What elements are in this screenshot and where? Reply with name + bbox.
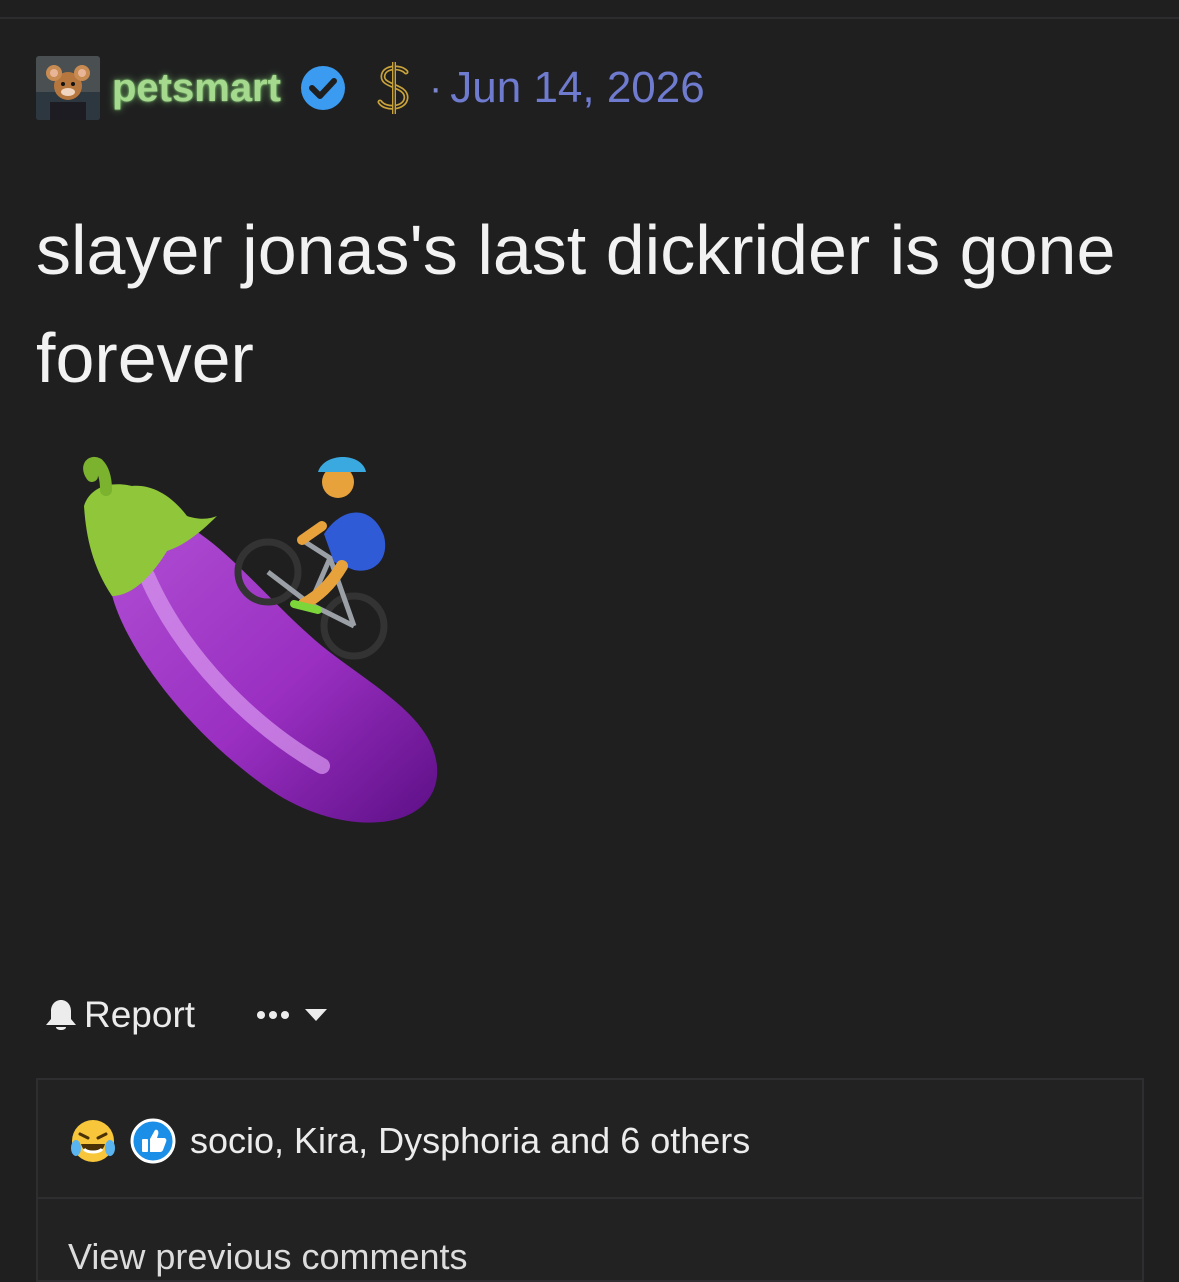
reactions-divider [38,1197,1142,1199]
verified-badge-icon [300,66,345,110]
dollar-sign-icon [377,62,409,114]
report-label: Report [84,994,196,1035]
more-dots-chevron-icon [257,1009,328,1021]
post-header: petsmart · Jun 14, 2026 [36,56,705,120]
reactors-text: socio, Kira, Dysphoria and 6 others [190,1120,751,1161]
post-emoji-image [72,446,452,841]
thumbs-up-icon [130,1118,176,1164]
top-divider [0,17,1179,19]
reaction-summary[interactable]: socio, Kira, Dysphoria and 6 others [70,1116,750,1166]
laughing-crying-icon [71,1120,115,1162]
more-options-button[interactable] [247,1005,328,1025]
post-body: slayer jonas's last dickrider is gone fo… [36,211,1116,397]
post-date[interactable]: Jun 14, 2026 [450,63,704,113]
separator-dot: · [428,65,443,110]
view-previous-comments-link[interactable]: View previous comments [68,1236,468,1278]
username[interactable]: petsmart [112,66,281,111]
avatar[interactable] [36,56,100,120]
reactions-panel: socio, Kira, Dysphoria and 6 others View… [36,1078,1144,1282]
bell-icon [46,1000,76,1030]
report-button[interactable]: Report [44,994,195,1036]
eggplant-icon [83,457,438,823]
post-actions: Report [44,990,328,1040]
